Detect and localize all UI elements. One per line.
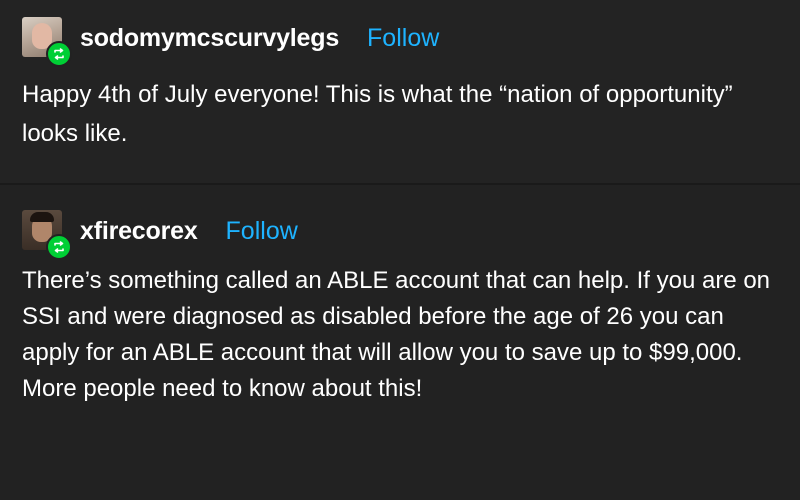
reblog-icon [46,234,72,260]
post-2: xfirecorex Follow There’s something call… [0,185,800,500]
username[interactable]: xfirecorex [80,217,198,246]
post-header: sodomymcscurvylegs Follow [22,17,439,67]
avatar-hair [30,212,54,222]
reblog-icon [46,41,72,67]
post-1: sodomymcscurvylegs Follow Happy 4th of J… [0,0,800,183]
avatar[interactable] [22,17,72,67]
avatar[interactable] [22,210,72,260]
post-header: xfirecorex Follow [22,210,298,260]
follow-button[interactable]: Follow [367,24,439,53]
follow-button[interactable]: Follow [226,217,298,246]
username[interactable]: sodomymcscurvylegs [80,24,339,53]
post-text: Happy 4th of July everyone! This is what… [22,81,733,147]
post-text: There’s something called an ABLE account… [22,267,771,402]
